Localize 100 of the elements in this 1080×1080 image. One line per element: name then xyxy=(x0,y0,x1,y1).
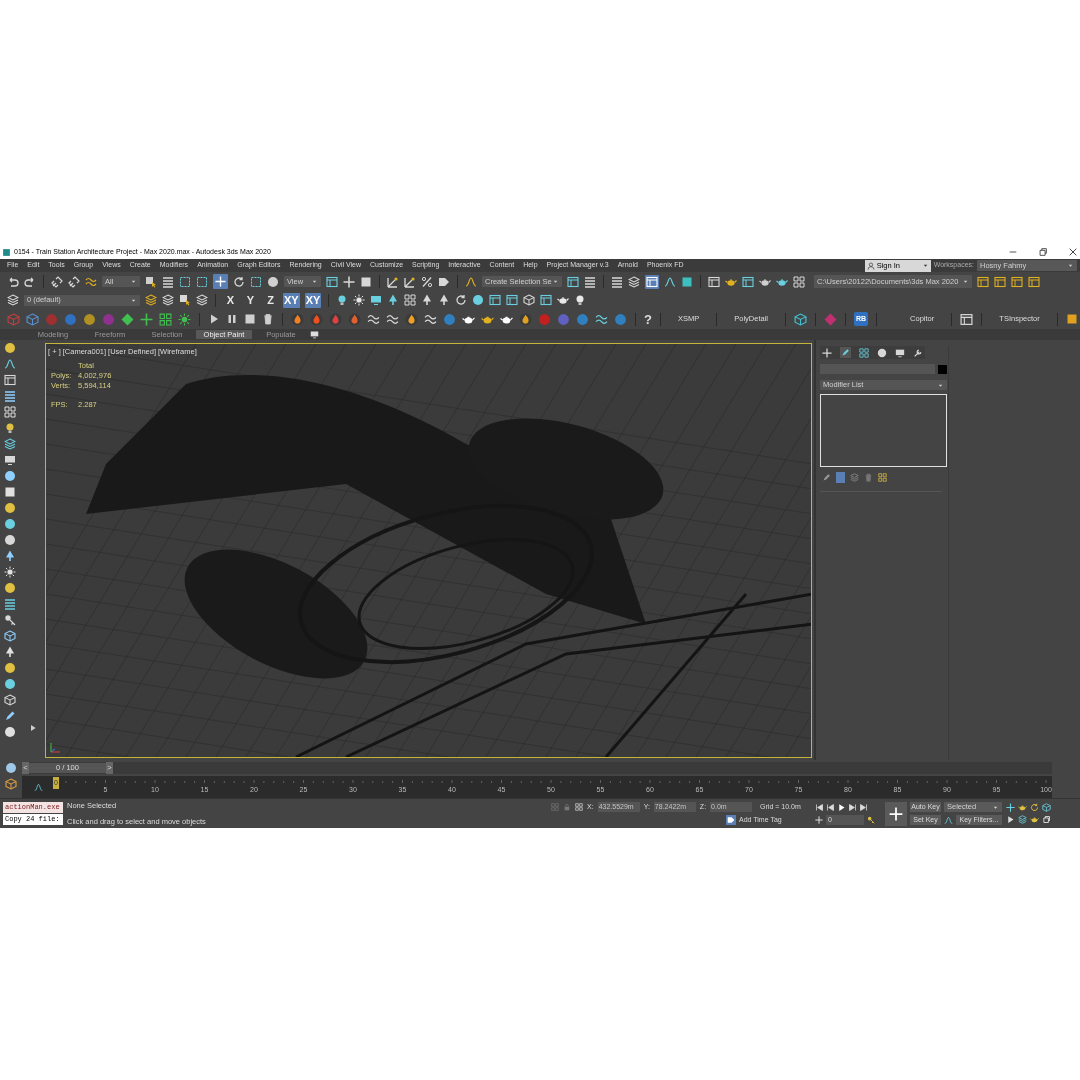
move-button[interactable] xyxy=(213,274,228,289)
wave-icon[interactable] xyxy=(424,312,437,326)
move-icon[interactable] xyxy=(1006,803,1015,812)
square-icon[interactable] xyxy=(4,486,16,498)
redo-icon[interactable] xyxy=(24,275,36,288)
window-icon[interactable] xyxy=(506,294,519,306)
undo-icon[interactable] xyxy=(7,275,19,288)
curve-icon[interactable] xyxy=(4,358,16,370)
rotate-icon[interactable] xyxy=(1030,803,1039,812)
square-icon[interactable] xyxy=(244,313,256,325)
circle-icon[interactable] xyxy=(4,662,16,674)
window-icon[interactable] xyxy=(708,275,720,288)
square-icon[interactable] xyxy=(360,275,372,288)
flame-icon[interactable] xyxy=(329,312,342,326)
axis-constraint-button[interactable]: Z xyxy=(263,292,278,308)
cube-icon[interactable] xyxy=(4,630,16,642)
circle-icon[interactable] xyxy=(83,312,96,326)
axis-constraint-button[interactable]: XY xyxy=(304,292,322,308)
window-icon[interactable] xyxy=(567,275,579,288)
cube-icon[interactable] xyxy=(26,312,39,326)
axis-constraint-button[interactable]: X xyxy=(223,292,238,308)
modify-tab[interactable] xyxy=(840,347,851,358)
bulb-icon[interactable] xyxy=(4,422,16,434)
list-icon[interactable] xyxy=(611,275,623,288)
circle-icon[interactable] xyxy=(4,534,16,546)
restore-icon[interactable] xyxy=(1038,247,1048,257)
play-icon[interactable] xyxy=(28,724,37,732)
tag-icon[interactable] xyxy=(438,275,450,288)
move-icon[interactable] xyxy=(140,312,153,326)
skip-end-icon[interactable] xyxy=(848,802,857,812)
percent-icon[interactable] xyxy=(421,275,433,288)
curve-icon[interactable] xyxy=(664,275,676,288)
wave-icon[interactable] xyxy=(367,312,380,326)
flame-icon[interactable] xyxy=(291,312,304,326)
circle-icon[interactable] xyxy=(4,342,16,354)
angle-snap-icon[interactable] xyxy=(387,275,399,288)
curve-icon[interactable] xyxy=(465,275,477,288)
help-glyph[interactable]: ? xyxy=(644,312,652,326)
skip-end-icon[interactable] xyxy=(859,802,868,812)
window-icon[interactable] xyxy=(994,275,1006,288)
window-icon[interactable] xyxy=(489,294,502,306)
circle-icon[interactable] xyxy=(472,294,485,306)
list-icon[interactable] xyxy=(584,275,596,288)
show-end-result-toggle[interactable] xyxy=(836,472,845,483)
add-time-tag-button[interactable] xyxy=(726,815,736,826)
rotate-icon[interactable] xyxy=(455,294,468,306)
close-icon[interactable] xyxy=(1068,247,1078,257)
flame-icon[interactable] xyxy=(348,312,361,326)
list-icon[interactable] xyxy=(162,275,174,288)
play-icon[interactable] xyxy=(837,802,846,812)
cursor-icon[interactable] xyxy=(179,294,191,306)
circle-icon[interactable] xyxy=(4,518,16,530)
pause-icon[interactable] xyxy=(226,313,238,325)
monitor-icon[interactable] xyxy=(895,347,905,358)
layers-icon[interactable] xyxy=(4,438,16,450)
monitor-icon[interactable] xyxy=(370,294,383,306)
skip-start-icon[interactable] xyxy=(815,802,824,812)
cube-icon[interactable] xyxy=(1042,803,1051,812)
axis-constraint-button[interactable]: Y xyxy=(243,292,258,308)
window-icon[interactable] xyxy=(326,275,338,288)
link-icon[interactable] xyxy=(68,275,80,288)
circle-icon[interactable] xyxy=(877,347,887,358)
circle-icon[interactable] xyxy=(4,502,16,514)
grid-icon[interactable] xyxy=(159,312,172,326)
move-icon[interactable] xyxy=(822,347,832,358)
window-icon[interactable] xyxy=(1028,275,1040,288)
cursor-icon[interactable] xyxy=(145,275,157,288)
window-icon[interactable] xyxy=(960,312,974,326)
move-icon[interactable] xyxy=(343,275,355,288)
circle-icon[interactable] xyxy=(4,678,16,690)
window-icon[interactable] xyxy=(742,275,754,288)
key-icon[interactable] xyxy=(4,614,16,626)
circle-icon[interactable] xyxy=(4,726,16,738)
skip-start-icon[interactable] xyxy=(826,802,835,812)
rotate-icon[interactable] xyxy=(233,275,245,288)
curve-icon[interactable] xyxy=(944,815,953,825)
key-icon[interactable] xyxy=(867,815,875,824)
link-icon[interactable] xyxy=(51,275,63,288)
square-icon[interactable] xyxy=(681,275,693,288)
circle-icon[interactable] xyxy=(5,762,17,774)
wave-icon[interactable] xyxy=(386,312,399,326)
flame-icon[interactable] xyxy=(519,312,532,326)
window-icon[interactable] xyxy=(540,294,553,306)
circle-icon[interactable] xyxy=(4,470,16,482)
wave-icon[interactable] xyxy=(595,312,608,326)
square-icon[interactable] xyxy=(1065,313,1078,325)
list-icon[interactable] xyxy=(4,390,16,402)
window-icon[interactable] xyxy=(1011,275,1023,288)
window-icon[interactable] xyxy=(977,275,989,288)
curve-icon[interactable] xyxy=(33,782,43,792)
ribbon-toggle-button[interactable] xyxy=(645,274,659,289)
angle-snap-icon[interactable] xyxy=(404,275,416,288)
dashed-square-icon[interactable] xyxy=(250,275,262,288)
list-icon[interactable] xyxy=(4,598,16,610)
flame-icon[interactable] xyxy=(405,312,418,326)
circle-icon[interactable] xyxy=(4,582,16,594)
modifier-stack-list[interactable] xyxy=(820,394,947,467)
dashed-square-icon[interactable] xyxy=(179,275,191,288)
layers-icon[interactable] xyxy=(145,294,157,306)
pen-icon[interactable] xyxy=(822,473,831,482)
